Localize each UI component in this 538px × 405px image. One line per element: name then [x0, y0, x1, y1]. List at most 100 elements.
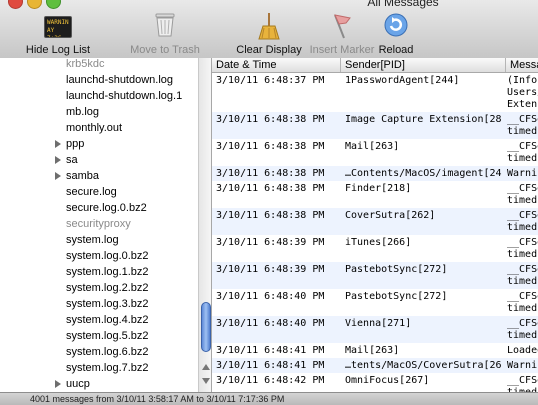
sidebar-scrollbar[interactable] — [198, 58, 211, 392]
sidebar-item-label: system.log.3.bz2 — [66, 298, 149, 310]
sidebar-item-label: securityproxy — [66, 218, 131, 230]
table-row[interactable]: 3/10/11 6:48:38 PM CoverSutra[262] __CFSet… — [212, 208, 538, 235]
sidebar-item-label: secure.log.0.bz2 — [66, 202, 147, 214]
cell-message: Warnin — [507, 360, 538, 372]
sidebar-item[interactable]: krb5kdc — [0, 58, 198, 73]
column-header-message[interactable]: Message — [506, 58, 538, 72]
table-row[interactable]: 3/10/11 6:48:40 PM PastebotSync[272] __CFS… — [212, 289, 538, 316]
sidebar-item[interactable]: secure.log — [0, 185, 198, 201]
cell-message: __CFSetimed — [507, 291, 538, 315]
cell-date: 3/10/11 6:48:40 PM — [216, 318, 325, 329]
sidebar-item-label: samba — [66, 170, 100, 182]
sidebar-item-label: secure.log — [66, 186, 117, 198]
sidebar-item-label: system.log.1.bz2 — [66, 266, 149, 278]
sidebar-scroll-thumb[interactable] — [201, 302, 211, 352]
disclosure-triangle-icon[interactable] — [55, 156, 61, 164]
sidebar-item[interactable]: samba — [0, 169, 198, 185]
table-row[interactable]: 3/10/11 6:48:42 PM OmniFocus[267] __CFSeti… — [212, 373, 538, 392]
cell-message-line: __CFSe — [507, 183, 538, 194]
sidebar-item[interactable]: sa — [0, 153, 198, 169]
status-bar: 4001 messages from 3/10/11 3:58:17 AM to… — [0, 392, 538, 405]
cell-sender: Image Capture Extension[280] — [345, 114, 502, 125]
sidebar-item[interactable]: system.log.0.bz2 — [0, 249, 198, 265]
cell-sender: PastebotSync[272] — [345, 264, 448, 275]
table-row[interactable]: 3/10/11 6:48:38 PM Mail[263] __CFSetimed — [212, 139, 538, 166]
cell-sender: Vienna[271] — [345, 318, 412, 329]
cell-message: __CFSetimed — [507, 183, 538, 207]
sidebar-item[interactable]: securityproxy — [0, 217, 198, 233]
cell-sender: …Contents/MacOS/imagent[245] — [345, 168, 502, 179]
disclosure-triangle-icon[interactable] — [55, 380, 61, 388]
scroll-down-arrow-icon[interactable] — [202, 378, 210, 384]
cell-message-line: __CFSe — [507, 141, 538, 152]
cell-message-line: __CFSe — [507, 264, 538, 275]
disclosure-triangle-icon[interactable] — [55, 172, 61, 180]
cell-date: 3/10/11 6:48:38 PM — [216, 210, 325, 221]
table-row[interactable]: 3/10/11 6:48:38 PM …Contents/MacOS/imagen… — [212, 166, 538, 181]
sidebar-item-label: sa — [66, 154, 78, 166]
sidebar-item-label: system.log.0.bz2 — [66, 250, 149, 262]
cell-sender: 1PasswordAgent[244] — [345, 75, 460, 86]
sidebar-item[interactable]: launchd-shutdown.log.1 — [0, 89, 198, 105]
sidebar-item[interactable]: secure.log.0.bz2 — [0, 201, 198, 217]
cell-message: __CFSetimed — [507, 210, 538, 234]
sidebar-item[interactable]: mb.log — [0, 105, 198, 121]
table-row[interactable]: 3/10/11 6:48:38 PM Image Capture Extensio… — [212, 112, 538, 139]
sidebar-item[interactable]: system.log.6.bz2 — [0, 345, 198, 361]
cell-message-line: __CFSe — [507, 210, 538, 221]
cell-message: __CFSetimed — [507, 375, 538, 392]
scroll-up-arrow-icon[interactable] — [202, 364, 210, 370]
sidebar-item[interactable]: launchd-shutdown.log — [0, 73, 198, 89]
cell-message-line: timed — [507, 153, 538, 164]
table-header: Date & Time Sender[PID] Message — [212, 58, 538, 73]
cell-date: 3/10/11 6:48:40 PM — [216, 291, 325, 302]
broom-icon — [257, 12, 281, 43]
sidebar-item[interactable]: monthly.out — [0, 121, 198, 137]
cell-message: __CFSetimed — [507, 264, 538, 288]
sidebar-item[interactable]: system.log.2.bz2 — [0, 281, 198, 297]
sidebar-item[interactable]: system.log.4.bz2 — [0, 313, 198, 329]
sidebar-item[interactable]: system.log.1.bz2 — [0, 265, 198, 281]
table-row[interactable]: 3/10/11 6:48:38 PM Finder[218] __CFSetimed — [212, 181, 538, 208]
sidebar-item[interactable]: system.log.5.bz2 — [0, 329, 198, 345]
cell-sender: …tents/MacOS/CoverSutra[262] — [345, 360, 502, 371]
cell-date: 3/10/11 6:48:38 PM — [216, 183, 325, 194]
cell-date: 3/10/11 6:48:38 PM — [216, 168, 325, 179]
sidebar-item-label: uucp — [66, 378, 90, 390]
cell-sender: OmniFocus[267] — [345, 375, 430, 386]
cell-message-line: __CFSe — [507, 318, 538, 329]
sidebar-item-label: system.log.2.bz2 — [66, 282, 149, 294]
cell-message-line: __CFSe — [507, 375, 538, 386]
sidebar-item[interactable]: system.log — [0, 233, 198, 249]
cell-message-line: timed — [507, 330, 538, 341]
column-header-date[interactable]: Date & Time — [212, 58, 341, 72]
reload-icon — [383, 12, 409, 41]
sidebar-item-label: ppp — [66, 138, 85, 150]
sidebar-item-label: launchd-shutdown.log.1 — [66, 90, 183, 102]
table-row[interactable]: 3/10/11 6:48:39 PM PastebotSync[272] __CFS… — [212, 262, 538, 289]
cell-message: (InforUsers/Extens — [507, 75, 538, 111]
cell-message-line: timed — [507, 195, 538, 206]
sidebar-item[interactable]: uucp — [0, 377, 198, 392]
cell-message-line: timed — [507, 126, 538, 137]
table-row[interactable]: 3/10/11 6:48:37 PM 1PasswordAgent[244] (In… — [212, 73, 538, 112]
table-row[interactable]: 3/10/11 6:48:40 PM Vienna[271] __CFSetimed — [212, 316, 538, 343]
disclosure-triangle-icon[interactable] — [55, 140, 61, 148]
table-row[interactable]: 3/10/11 6:48:41 PM Mail[263] Loaded — [212, 343, 538, 358]
column-header-sender[interactable]: Sender[PID] — [341, 58, 506, 72]
cell-message-line: Users/ — [507, 87, 538, 98]
log-list-sidebar: krb5kdc launchd-shutdown.log launchd-shutd… — [0, 58, 212, 392]
sidebar-item[interactable]: ppp — [0, 137, 198, 153]
cell-message-line: Warnin — [507, 168, 538, 179]
sidebar-item-label: system.log.4.bz2 — [66, 314, 149, 326]
cell-date: 3/10/11 6:48:37 PM — [216, 75, 325, 86]
cell-message-line: Warnin — [507, 360, 538, 371]
table-row[interactable]: 3/10/11 6:48:41 PM …tents/MacOS/CoverSutr… — [212, 358, 538, 373]
table-row[interactable]: 3/10/11 6:48:39 PM iTunes[266] __CFSetimed — [212, 235, 538, 262]
cell-message-line: __CFSe — [507, 114, 538, 125]
sidebar-item[interactable]: system.log.7.bz2 — [0, 361, 198, 377]
flag-icon — [330, 12, 354, 43]
cell-date: 3/10/11 6:48:41 PM — [216, 360, 325, 371]
sidebar-item[interactable]: system.log.3.bz2 — [0, 297, 198, 313]
cell-message: Loaded — [507, 345, 538, 357]
